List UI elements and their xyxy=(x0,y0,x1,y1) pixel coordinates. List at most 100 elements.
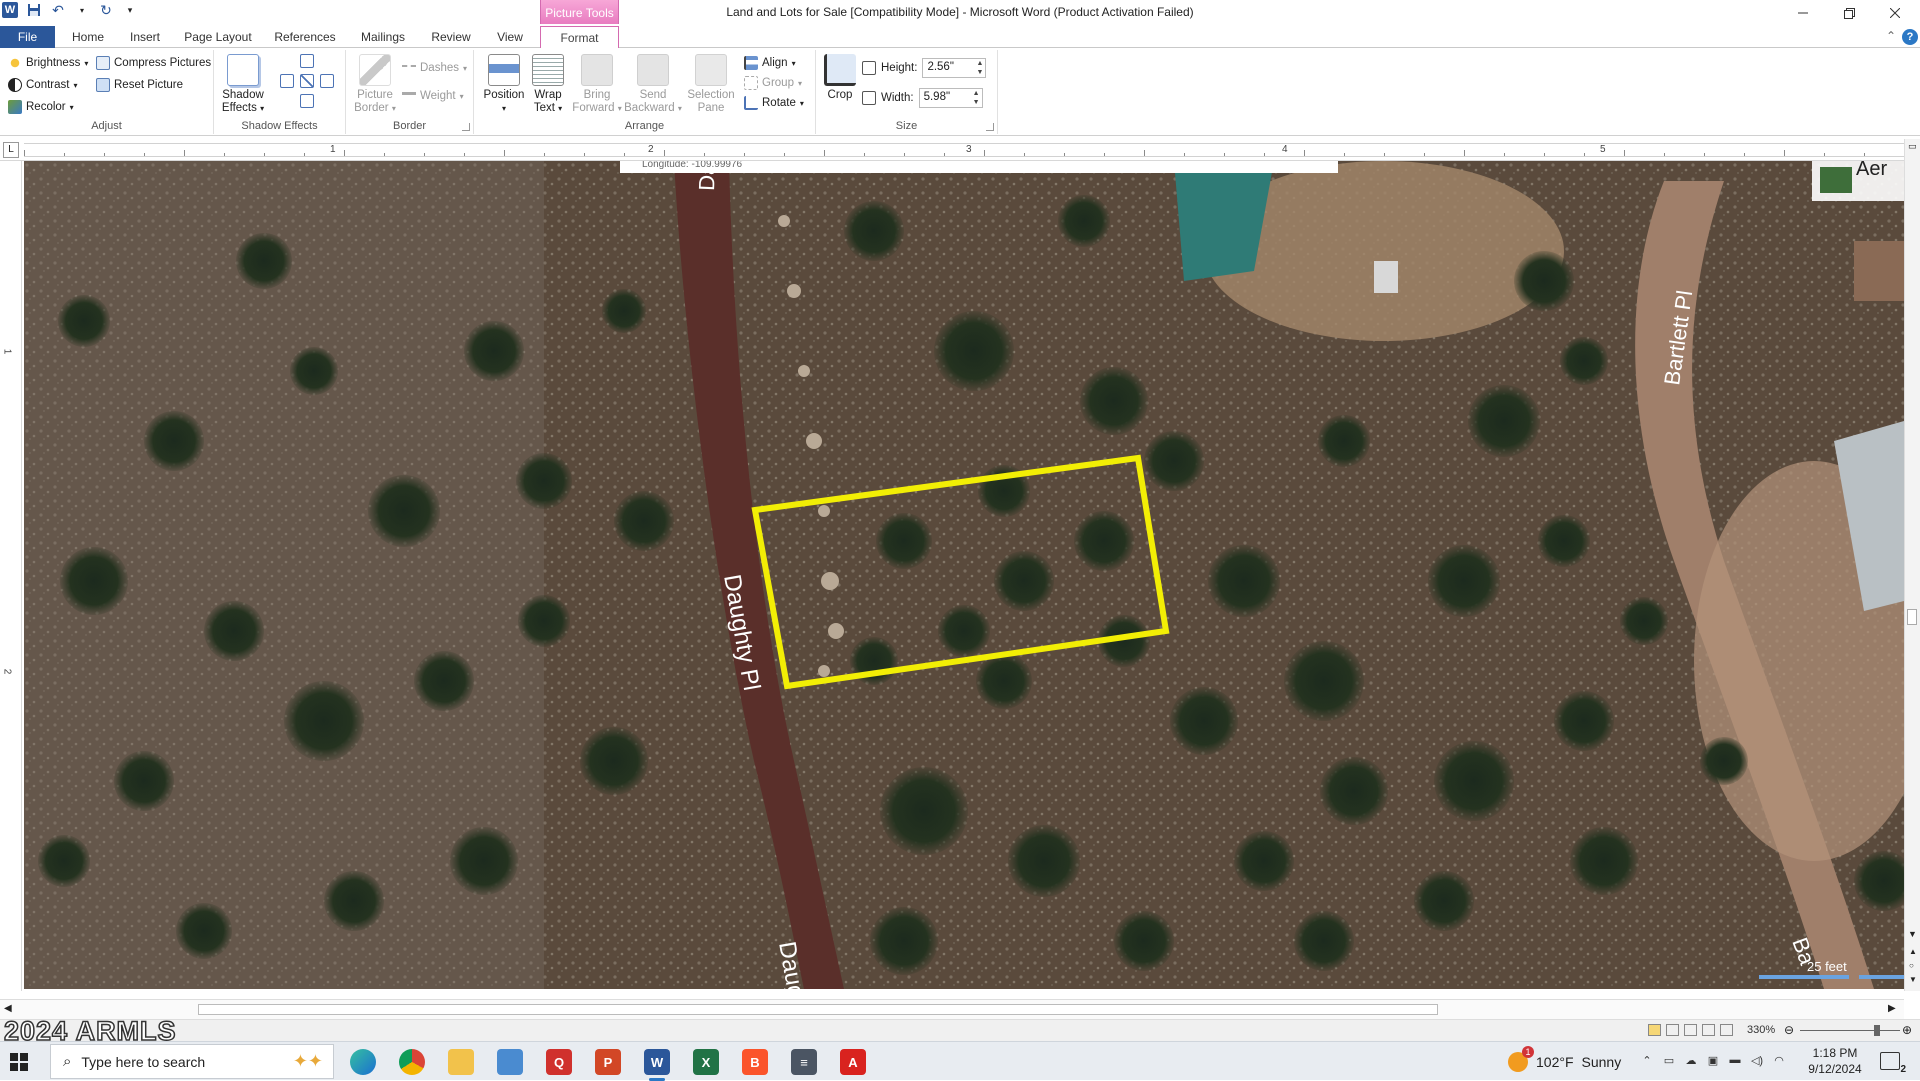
save-icon[interactable] xyxy=(26,2,42,18)
previous-page-icon[interactable]: ▲ xyxy=(1909,947,1917,956)
tab-review[interactable]: Review xyxy=(422,26,480,48)
tab-insert[interactable]: Insert xyxy=(120,26,170,48)
outline-view-icon[interactable] xyxy=(1702,1024,1715,1036)
shadow-nudge-right-icon[interactable] xyxy=(320,74,334,88)
contrast-button[interactable]: Contrast ▾ xyxy=(8,78,77,92)
ruler-tick xyxy=(664,150,665,156)
restore-button[interactable] xyxy=(1826,0,1872,26)
meet-now-icon[interactable]: ▭ xyxy=(1662,1054,1676,1068)
brave-icon[interactable]: B xyxy=(742,1049,768,1075)
reset-picture-button[interactable]: Reset Picture xyxy=(96,78,183,92)
vertical-scrollbar[interactable]: ▭ ▼ ▲ ○ ▼ xyxy=(1904,139,1920,991)
ruler-tick xyxy=(1624,150,1625,156)
horizontal-scroll-thumb[interactable] xyxy=(198,1004,1438,1015)
remote-desktop-icon[interactable] xyxy=(497,1049,523,1075)
wrap-text-button[interactable]: Wrap Text ▾ xyxy=(530,54,566,115)
align-button[interactable]: Align ▾ xyxy=(744,56,796,70)
web-layout-view-icon[interactable] xyxy=(1684,1024,1697,1036)
ruler-toggle-icon[interactable]: ▭ xyxy=(1908,141,1917,152)
position-button[interactable]: Position ▾ xyxy=(482,54,526,115)
shadow-effects-button[interactable]: Shadow Effects ▾ xyxy=(220,54,266,115)
excel-icon[interactable]: X xyxy=(693,1049,719,1075)
customize-qat-icon[interactable]: ▾ xyxy=(122,2,138,18)
weight-button[interactable]: Weight ▾ xyxy=(402,90,464,102)
weather-widget[interactable]: 1 102°F Sunny xyxy=(1508,1046,1621,1072)
dashes-icon xyxy=(402,65,416,71)
tab-format[interactable]: Format xyxy=(540,26,619,49)
shadow-nudge-up-icon[interactable] xyxy=(300,54,314,68)
next-page-icon[interactable]: ▼ xyxy=(1909,975,1917,984)
battery-icon[interactable]: ▬ xyxy=(1728,1054,1742,1068)
vertical-ruler[interactable]: 1 2 xyxy=(0,161,22,991)
calculator-icon[interactable]: ≡ xyxy=(791,1049,817,1075)
recolor-button[interactable]: Recolor ▾ xyxy=(8,100,74,114)
full-screen-reading-view-icon[interactable] xyxy=(1666,1024,1679,1036)
tab-references[interactable]: References xyxy=(266,26,344,48)
ruler-tick xyxy=(104,153,105,156)
shadow-toggle-icon[interactable] xyxy=(300,74,314,88)
shadow-nudge-down-icon[interactable] xyxy=(300,94,314,108)
word-app-icon[interactable]: W xyxy=(2,2,18,18)
dashes-button[interactable]: Dashes ▾ xyxy=(402,62,467,74)
redo-icon[interactable]: ↻ xyxy=(98,2,114,18)
help-icon[interactable]: ? xyxy=(1902,29,1918,45)
width-input[interactable]: 5.98" ▲ ▼ xyxy=(918,88,983,108)
selection-pane-icon xyxy=(695,54,727,86)
group-button[interactable]: Group ▾ xyxy=(744,76,802,90)
horizontal-scrollbar[interactable]: ◀ ▶ xyxy=(0,999,1904,1019)
brightness-button[interactable]: Brightness ▾ xyxy=(8,56,88,70)
tab-page-layout[interactable]: Page Layout xyxy=(178,26,258,48)
height-spin-arrows-icon[interactable]: ▲ ▼ xyxy=(977,59,984,77)
zoom-level[interactable]: 330% xyxy=(1747,1024,1775,1036)
edge-icon[interactable] xyxy=(350,1049,376,1075)
notifications-icon[interactable]: 2 xyxy=(1880,1052,1906,1075)
selection-pane-button[interactable]: Selection Pane xyxy=(686,54,736,115)
zoom-out-icon[interactable]: ⊖ xyxy=(1784,1023,1794,1037)
taskbar-search-box[interactable]: ⌕ Type here to search ✦✦ xyxy=(50,1044,334,1079)
zoom-in-icon[interactable]: ⊕ xyxy=(1902,1023,1912,1037)
chrome-icon[interactable] xyxy=(399,1049,425,1075)
tab-selector-icon[interactable]: L xyxy=(3,142,19,158)
close-button[interactable] xyxy=(1872,0,1918,26)
vertical-scroll-thumb[interactable] xyxy=(1907,609,1917,625)
scroll-right-icon[interactable]: ▶ xyxy=(1888,1003,1896,1014)
crop-button[interactable]: Crop xyxy=(822,54,858,102)
wifi-icon[interactable]: ◠ xyxy=(1772,1054,1786,1068)
tab-home[interactable]: Home xyxy=(62,26,114,48)
horizontal-ruler[interactable]: L 1 2 3 4 5 xyxy=(0,139,1920,161)
acrobat-icon[interactable]: A xyxy=(840,1049,866,1075)
onedrive-icon[interactable]: ☁ xyxy=(1684,1054,1698,1068)
aerial-map-image[interactable]: Daug Daughty Pl Daug Bartlett Pl Ba Aer … xyxy=(24,161,1904,989)
print-layout-view-icon[interactable] xyxy=(1648,1024,1661,1036)
undo-dropdown-icon[interactable]: ▾ xyxy=(74,2,90,18)
width-spin-arrows-icon[interactable]: ▲ ▼ xyxy=(973,89,980,107)
height-input[interactable]: 2.56" ▲ ▼ xyxy=(922,58,987,78)
quicken-icon[interactable]: Q xyxy=(546,1049,572,1075)
send-backward-button[interactable]: Send Backward ▾ xyxy=(624,54,682,115)
show-hidden-icons-icon[interactable]: ⌃ xyxy=(1640,1054,1654,1068)
zoom-slider-thumb[interactable] xyxy=(1874,1025,1880,1036)
tab-file[interactable]: File xyxy=(0,26,55,48)
undo-icon[interactable]: ↶ xyxy=(50,2,66,18)
picture-border-button[interactable]: Picture Border ▾ xyxy=(354,54,396,115)
word-icon[interactable]: W xyxy=(644,1049,670,1081)
powerpoint-icon[interactable]: P xyxy=(595,1049,621,1075)
display-icon[interactable]: ▣ xyxy=(1706,1054,1720,1068)
windows-start-icon[interactable] xyxy=(10,1053,28,1071)
scroll-down-icon[interactable]: ▼ xyxy=(1908,929,1917,939)
tab-mailings[interactable]: Mailings xyxy=(352,26,414,48)
rotate-button[interactable]: Rotate ▾ xyxy=(744,96,804,110)
file-explorer-icon[interactable] xyxy=(448,1049,474,1075)
minimize-ribbon-icon[interactable]: ⌃ xyxy=(1886,29,1896,43)
minimize-button[interactable] xyxy=(1780,0,1826,26)
shadow-nudge-left-icon[interactable] xyxy=(280,74,294,88)
draft-view-icon[interactable] xyxy=(1720,1024,1733,1036)
compress-pictures-button[interactable]: Compress Pictures xyxy=(96,56,211,70)
select-browse-object-icon[interactable]: ○ xyxy=(1909,961,1914,970)
scroll-left-icon[interactable]: ◀ xyxy=(4,1003,12,1014)
zoom-slider[interactable] xyxy=(1800,1030,1900,1031)
tab-view[interactable]: View xyxy=(488,26,532,48)
bring-forward-button[interactable]: Bring Forward ▾ xyxy=(572,54,622,115)
volume-icon[interactable]: ◁) xyxy=(1750,1054,1764,1068)
taskbar-clock[interactable]: 1:18 PM 9/12/2024 xyxy=(1802,1045,1868,1077)
